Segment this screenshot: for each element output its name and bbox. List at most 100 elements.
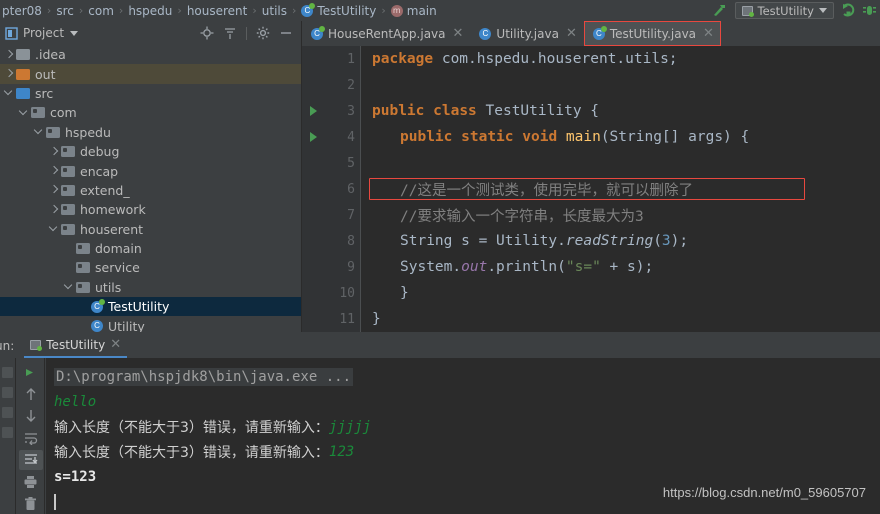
code-editor[interactable]: 1 2 3 4 5 6 7 8 9 10 11 package com.hspedu.housere… <box>302 46 880 332</box>
print-icon[interactable] <box>19 472 43 492</box>
strip-icon-structure[interactable] <box>2 367 13 378</box>
code-lines[interactable]: package com.hspedu.houserent.utils; publ… <box>360 46 880 332</box>
gutter-line-4[interactable]: 4 <box>302 124 377 150</box>
breadcrumb-item-src[interactable]: src <box>56 4 74 18</box>
scroll-to-end-icon[interactable] <box>18 450 43 470</box>
tree-node-utility[interactable]: Utility <box>0 316 301 332</box>
error-prompt-text: 输入长度（不能大于3）错误，请重新输入： <box>54 419 329 436</box>
error-prompt-text: 输入长度（不能大于3）错误，请重新输入： <box>54 444 329 461</box>
tree-node-label: encap <box>80 163 119 179</box>
editor-tab-houserentapp[interactable]: HouseRentApp.java ✕ <box>302 21 470 46</box>
tree-node-label: TestUtility <box>108 299 170 315</box>
gutter-line-3[interactable]: 3 <box>302 98 360 124</box>
method-println: .println( <box>487 259 566 275</box>
chevron-down-icon[interactable] <box>64 282 74 292</box>
tree-node-com[interactable]: com <box>0 103 301 122</box>
debug-icon[interactable] <box>863 3 876 18</box>
scroll-down-icon[interactable] <box>19 406 43 426</box>
tree-node-domain[interactable]: domain <box>0 239 301 258</box>
editor-tab-utility[interactable]: Utility.java ✕ <box>470 21 583 46</box>
close-icon[interactable]: ✕ <box>703 27 714 40</box>
left-tool-strip[interactable] <box>0 358 16 514</box>
hide-panel-icon[interactable] <box>279 26 293 40</box>
chevron-down-icon[interactable] <box>4 88 14 98</box>
line-number: 7 <box>347 207 355 223</box>
gutter-line-8[interactable]: 8 <box>302 228 360 254</box>
breadcrumb[interactable]: pter08 › src › com › hspedu › houserent › utils › Te… <box>0 2 711 18</box>
gutter-line-10[interactable]: 10 <box>302 280 377 306</box>
tree-node-extend[interactable]: extend_ <box>0 181 301 200</box>
chevron-right-icon[interactable] <box>49 147 59 157</box>
close-icon[interactable]: ✕ <box>110 337 121 352</box>
line-number: 2 <box>347 77 355 93</box>
editor-tabs[interactable]: HouseRentApp.java✕Utility.java✕TestUtili… <box>302 21 880 46</box>
chevron-right-icon[interactable] <box>49 166 59 176</box>
strip-icon-todo[interactable] <box>2 427 13 438</box>
user-input-123: 123 <box>328 443 355 460</box>
strip-icon-terminal[interactable] <box>2 407 13 418</box>
rerun-icon[interactable] <box>19 362 43 382</box>
gutter-line-6[interactable]: 6 <box>302 176 377 202</box>
tree-node-houserent[interactable]: houserent <box>0 220 301 239</box>
run-gutter-icon[interactable] <box>310 132 317 142</box>
folder-package-icon <box>76 243 90 255</box>
scroll-up-icon[interactable] <box>19 384 43 404</box>
chevron-right-icon[interactable] <box>49 205 59 215</box>
hammer-icon[interactable] <box>711 3 728 18</box>
soft-wrap-icon[interactable] <box>19 428 43 448</box>
tree-node-out[interactable]: out <box>0 64 301 84</box>
tree-node-service[interactable]: service <box>0 258 301 277</box>
gutter-line-5[interactable]: 5 <box>302 150 360 176</box>
chevron-right-icon[interactable] <box>4 50 14 60</box>
editor-tab-testutility[interactable]: TestUtility.java ✕ <box>583 21 721 46</box>
tree-node-utils[interactable]: utils <box>0 278 301 297</box>
tree-node-testutility[interactable]: TestUtility <box>0 297 301 317</box>
keyword-class: class <box>433 103 477 119</box>
breadcrumb-item-utils[interactable]: utils <box>262 4 287 18</box>
code-line-7: //要求输入一个字符串，长度最大为3 <box>360 202 880 228</box>
run-configuration-selector[interactable]: TestUtility <box>734 2 834 19</box>
console-toolbar[interactable] <box>17 358 45 514</box>
close-icon[interactable]: ✕ <box>566 27 577 40</box>
project-tree[interactable]: .idea out src com hspedu debug encap extend_ hom… <box>0 45 301 332</box>
console-line-command: D:\program\hspjdk8\bin\java.exe ... <box>54 364 880 389</box>
tree-node-hspedu[interactable]: hspedu <box>0 123 301 142</box>
breadcrumb-separator: › <box>292 4 297 17</box>
breadcrumb-item-main[interactable]: main <box>390 4 437 18</box>
gutter-line-2[interactable]: 2 <box>302 72 360 98</box>
breadcrumb-item-testutility[interactable]: TestUtility <box>301 2 376 18</box>
project-tool-window: Project .idea out src com hspedu debug e… <box>0 21 302 332</box>
project-scope-chevron-icon[interactable] <box>70 30 79 36</box>
gutter-line-1[interactable]: 1 <box>302 46 360 72</box>
trash-icon[interactable] <box>19 494 43 514</box>
run-icon[interactable] <box>841 3 856 18</box>
chevron-down-icon[interactable] <box>34 127 44 137</box>
strip-icon-favorites[interactable] <box>2 387 13 398</box>
tree-node-homework[interactable]: homework <box>0 200 301 219</box>
tree-node-src[interactable]: src <box>0 84 301 103</box>
tree-node-idea[interactable]: .idea <box>0 45 301 64</box>
chevron-right-icon[interactable] <box>49 185 59 195</box>
tree-node-encap[interactable]: encap <box>0 161 301 180</box>
gutter-line-9[interactable]: 9 <box>302 254 360 280</box>
breadcrumb-item-com[interactable]: com <box>88 4 114 18</box>
breadcrumb-item-pter08[interactable]: pter08 <box>2 4 42 18</box>
chevron-down-icon[interactable] <box>49 224 59 234</box>
settings-gear-icon[interactable] <box>256 26 270 40</box>
editor-gutter[interactable]: 1 2 3 4 5 6 7 8 9 10 11 <box>302 46 377 332</box>
locate-icon[interactable] <box>200 26 214 40</box>
breadcrumb-item-hspedu[interactable]: hspedu <box>128 4 172 18</box>
chevron-right-icon[interactable] <box>4 69 14 79</box>
run-tab-testutility[interactable]: TestUtility ✕ <box>24 337 128 358</box>
close-icon[interactable]: ✕ <box>453 27 464 40</box>
run-gutter-icon[interactable] <box>310 106 317 116</box>
chevron-down-icon[interactable] <box>19 108 29 118</box>
gutter-line-11[interactable]: 11 <box>302 306 360 332</box>
gutter-line-7[interactable]: 7 <box>302 202 377 228</box>
comment-input-requirement: //要求输入一个字符串，长度最大为3 <box>400 208 644 225</box>
collapse-all-icon[interactable] <box>223 26 237 40</box>
tree-node-debug[interactable]: debug <box>0 142 301 161</box>
breadcrumb-item-houserent[interactable]: houserent <box>187 4 248 18</box>
